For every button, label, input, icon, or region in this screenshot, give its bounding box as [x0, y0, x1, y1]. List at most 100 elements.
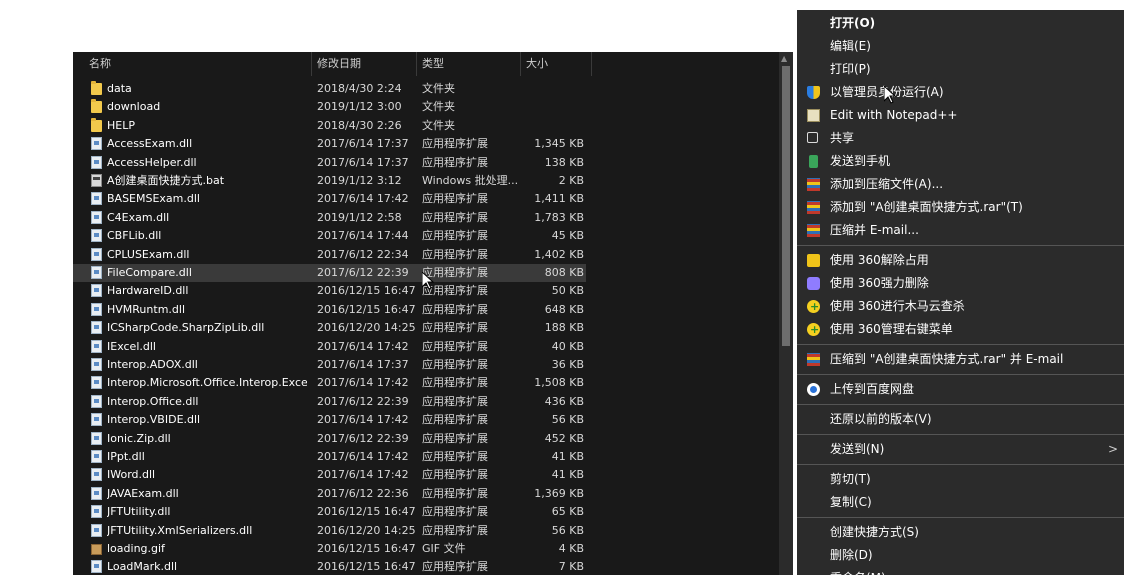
menu-item[interactable]: 复制(C) [797, 491, 1124, 514]
vertical-scrollbar[interactable]: ▲ [779, 52, 793, 575]
file-row[interactable]: IExcel.dll 2017/6/14 17:42 应用程序扩展 40 KB [73, 338, 586, 356]
file-row[interactable]: IWord.dll 2017/6/14 17:42 应用程序扩展 41 KB [73, 466, 586, 484]
file-row[interactable]: C4Exam.dll 2019/1/12 2:58 应用程序扩展 1,783 KB [73, 209, 586, 227]
menu-item[interactable]: 使用 360进行木马云查杀 [797, 295, 1124, 318]
file-type: 应用程序扩展 [422, 302, 488, 316]
file-row[interactable]: Interop.ADOX.dll 2017/6/14 17:37 应用程序扩展 36 … [73, 356, 586, 374]
menu-item[interactable]: 压缩到 "A创建桌面快捷方式.rar" 并 E-mail [797, 348, 1124, 371]
file-name: IWord.dll [107, 468, 156, 482]
column-divider[interactable] [311, 52, 312, 76]
file-row[interactable]: FileCompare.dll 2017/6/12 22:39 应用程序扩展 808 … [73, 264, 586, 282]
menu-item[interactable]: 发送到手机 [797, 150, 1124, 173]
file-size: 808 KB [544, 266, 584, 279]
file-size: 4 KB [558, 542, 584, 555]
scrollbar-thumb[interactable] [782, 66, 790, 346]
column-divider[interactable] [520, 52, 521, 76]
column-header-size[interactable]: 大小 [526, 52, 548, 76]
menu-item[interactable]: 以管理员身份运行(A) [797, 81, 1124, 104]
file-name: HardwareID.dll [107, 284, 189, 298]
column-header-bar: ^ 名称 修改日期 类型 大小 [73, 52, 779, 76]
file-row[interactable]: Interop.Office.dll 2017/6/12 22:39 应用程序扩展 4… [73, 393, 586, 411]
menu-item-label: 还原以前的版本(V) [830, 412, 932, 426]
menu-item[interactable]: 使用 360管理右键菜单 [797, 318, 1124, 341]
file-row[interactable]: CPLUSExam.dll 2017/6/12 22:34 应用程序扩展 1,402 … [73, 246, 586, 264]
column-header-date[interactable]: 修改日期 [317, 52, 361, 76]
file-row[interactable]: CBFLib.dll 2017/6/14 17:44 应用程序扩展 45 KB [73, 227, 586, 245]
file-row[interactable]: JAVAExam.dll 2017/6/12 22:36 应用程序扩展 1,369 K… [73, 485, 586, 503]
file-name: A创建桌面快捷方式.bat [107, 174, 225, 187]
file-row[interactable]: HardwareID.dll 2016/12/15 16:47 应用程序扩展 50 K… [73, 282, 586, 300]
file-type: 应用程序扩展 [422, 229, 488, 243]
baidu-netdisk-icon [807, 383, 820, 396]
column-divider[interactable] [416, 52, 417, 76]
menu-item[interactable]: 打开(O) [797, 12, 1124, 35]
menu-item[interactable]: 发送到(N) > [797, 438, 1124, 461]
column-header-type[interactable]: 类型 [422, 52, 444, 76]
menu-item[interactable]: 添加到 "A创建桌面快捷方式.rar"(T) [797, 196, 1124, 219]
column-header-name[interactable]: 名称 [89, 52, 111, 76]
file-row[interactable]: LoadMark.dll 2016/12/15 16:47 应用程序扩展 7 KB [73, 558, 586, 575]
file-row[interactable]: Ionic.Zip.dll 2017/6/12 22:39 应用程序扩展 452 KB [73, 430, 586, 448]
file-row[interactable]: JFTUtility.dll 2016/12/15 16:47 应用程序扩展 65 K… [73, 503, 586, 521]
menu-item[interactable]: 使用 360解除占用 [797, 249, 1124, 272]
menu-item[interactable]: 重命名(M) [797, 567, 1124, 575]
dll-file-icon [91, 210, 102, 224]
file-name: download [107, 100, 161, 114]
file-name: LoadMark.dll [107, 560, 178, 574]
menu-item[interactable]: 删除(D) [797, 544, 1124, 567]
file-row[interactable]: Interop.Microsoft.Office.Interop.Excel..… [73, 374, 586, 392]
menu-item-label: 上传到百度网盘 [830, 382, 915, 396]
file-type: 应用程序扩展 [422, 137, 488, 151]
file-name: Ionic.Zip.dll [107, 431, 171, 445]
menu-item[interactable]: 打印(P) [797, 58, 1124, 81]
menu-item[interactable]: 使用 360强力删除 [797, 272, 1124, 295]
file-size: 1,783 KB [534, 210, 584, 224]
file-row[interactable]: BASEMSExam.dll 2017/6/14 17:42 应用程序扩展 1,411… [73, 190, 586, 208]
file-row[interactable]: A创建桌面快捷方式.bat 2019/1/12 3:12 Windows 批处理..… [73, 172, 586, 190]
menu-item[interactable]: 压缩并 E-mail... [797, 219, 1124, 242]
column-divider[interactable] [591, 52, 592, 76]
menu-item[interactable]: 还原以前的版本(V) [797, 408, 1124, 431]
menu-item[interactable]: Edit with Notepad++ [797, 104, 1124, 127]
winrar-icon [807, 353, 820, 366]
scroll-up-arrow-icon[interactable]: ▲ [781, 54, 787, 63]
file-name: JAVAExam.dll [107, 486, 179, 500]
menu-item-label: 压缩到 "A创建桌面快捷方式.rar" 并 E-mail [830, 352, 1064, 366]
file-row[interactable]: download 2019/1/12 3:00 文件夹 [73, 98, 586, 116]
dll-file-icon [91, 284, 102, 298]
file-row[interactable]: IPpt.dll 2017/6/14 17:42 应用程序扩展 41 KB [73, 448, 586, 466]
file-size: 7 KB [558, 560, 584, 574]
menu-item-label: 使用 360解除占用 [830, 253, 929, 267]
file-row[interactable]: HELP 2018/4/30 2:26 文件夹 [73, 117, 586, 135]
file-modified-date: 2017/6/14 17:42 [317, 339, 409, 353]
chevron-right-icon: > [1107, 442, 1118, 456]
menu-item-label: 编辑(E) [830, 39, 871, 53]
file-row[interactable]: AccessHelper.dll 2017/6/14 17:37 应用程序扩展 138… [73, 154, 586, 172]
file-type: 应用程序扩展 [422, 247, 488, 261]
file-row[interactable]: Interop.VBIDE.dll 2017/6/14 17:42 应用程序扩展 56… [73, 411, 586, 429]
file-modified-date: 2017/6/14 17:42 [317, 468, 409, 482]
file-type: 应用程序扩展 [422, 560, 488, 574]
file-modified-date: 2016/12/20 14:25 [317, 321, 416, 335]
menu-item[interactable]: 添加到压缩文件(A)... [797, 173, 1124, 196]
menu-item[interactable]: 编辑(E) [797, 35, 1124, 58]
file-row[interactable]: ICSharpCode.SharpZipLib.dll 2016/12/20 14… [73, 319, 586, 337]
menu-separator [797, 404, 1124, 405]
file-size: 2 KB [558, 174, 584, 187]
file-type: 应用程序扩展 [422, 192, 488, 206]
file-name: JFTUtility.XmlSerializers.dll [107, 523, 253, 537]
menu-item-label: Edit with Notepad++ [830, 108, 958, 122]
dll-file-icon [91, 450, 102, 463]
file-row[interactable]: HVMRuntm.dll 2016/12/15 16:47 应用程序扩展 648 KB [73, 301, 586, 319]
menu-item[interactable]: 剪切(T) [797, 468, 1124, 491]
menu-item[interactable]: 创建快捷方式(S) [797, 521, 1124, 544]
menu-item[interactable]: 上传到百度网盘 [797, 378, 1124, 401]
file-row[interactable]: loading.gif 2016/12/15 16:47 GIF 文件 4 KB [73, 540, 586, 558]
file-row[interactable]: JFTUtility.XmlSerializers.dll 2016/12/20 … [73, 522, 586, 540]
dll-file-icon [91, 302, 102, 316]
file-row[interactable]: AccessExam.dll 2017/6/14 17:37 应用程序扩展 1,345… [73, 135, 586, 153]
file-modified-date: 2017/6/14 17:42 [317, 376, 409, 390]
notepad-plus-plus-icon [807, 109, 820, 122]
menu-item[interactable]: 共享 [797, 127, 1124, 150]
file-row[interactable]: data 2018/4/30 2:24 文件夹 [73, 80, 586, 98]
